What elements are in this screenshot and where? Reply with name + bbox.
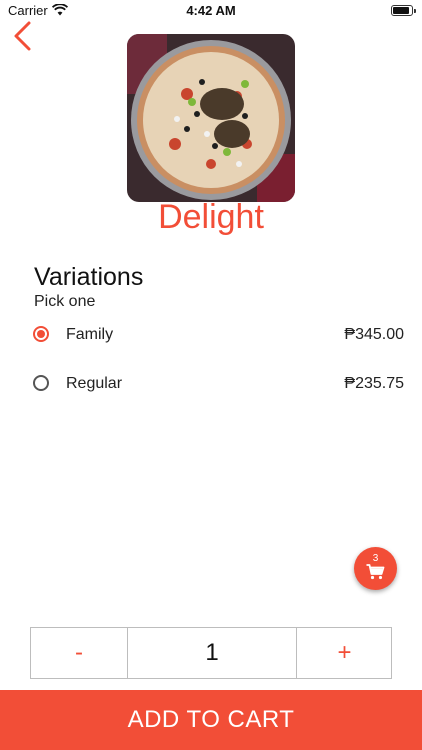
pizza-image [127, 34, 295, 202]
chevron-left-icon [14, 21, 31, 51]
quantity-stepper: - 1 + [30, 627, 392, 679]
battery-icon [391, 5, 416, 16]
variations-subtitle: Pick one [34, 293, 96, 310]
variation-label: Regular [66, 375, 123, 392]
product-image [127, 34, 295, 202]
variation-option-family[interactable]: Family ₱345.00 [0, 318, 422, 352]
variations-heading: Variations [34, 263, 144, 291]
status-bar: Carrier 4:42 AM [0, 0, 422, 22]
variation-price: ₱235.75 [344, 375, 404, 392]
quantity-value: 1 [205, 639, 219, 666]
product-title: Delight [158, 198, 264, 236]
increase-quantity-button[interactable]: + [296, 628, 392, 678]
add-to-cart-button[interactable]: ADD TO CART [0, 690, 422, 750]
cart-fab[interactable]: 3 [354, 547, 397, 590]
shopping-cart-icon [366, 564, 385, 580]
cart-count-badge: 3 [372, 553, 379, 564]
back-button[interactable] [10, 20, 34, 52]
variation-option-regular[interactable]: Regular ₱235.75 [0, 367, 422, 401]
clock: 4:42 AM [186, 3, 236, 18]
decrease-quantity-button[interactable]: - [31, 628, 128, 678]
variation-price: ₱345.00 [344, 326, 404, 343]
radio-selected-icon[interactable] [33, 326, 49, 342]
variation-label: Family [66, 326, 114, 343]
radio-unselected-icon[interactable] [33, 375, 49, 391]
